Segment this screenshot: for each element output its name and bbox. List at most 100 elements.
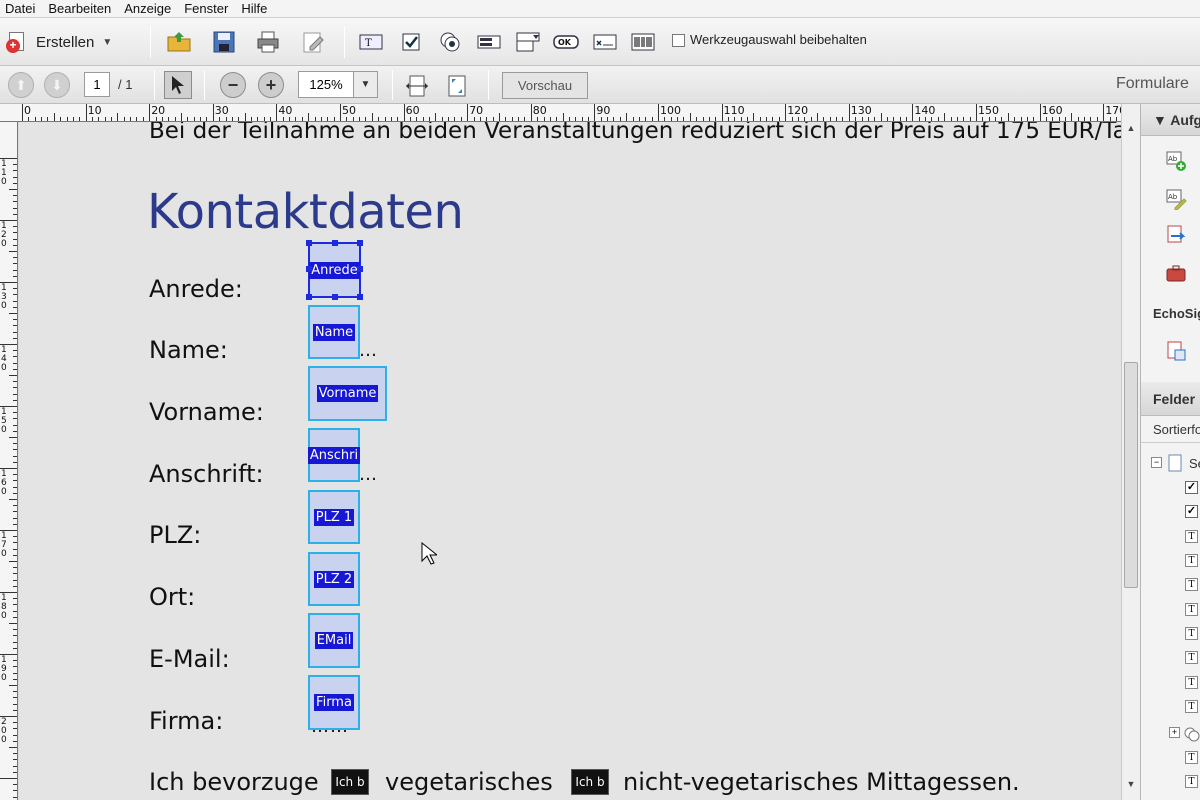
list-box-tool[interactable] (476, 28, 502, 56)
tree-root-row[interactable]: − Seite (1151, 454, 1200, 474)
select-tool-button[interactable] (164, 71, 192, 99)
menu-anzeige[interactable]: Anzeige (119, 1, 179, 16)
collapse-icon[interactable]: − (1151, 457, 1162, 468)
digital-signature-tool[interactable] (592, 28, 618, 56)
tree-item-text-field[interactable]: T (1169, 648, 1200, 668)
checkbox-tool[interactable] (398, 28, 424, 56)
track-briefcase-icon[interactable] (1165, 262, 1187, 284)
tree-item-text-field[interactable]: T (1169, 772, 1200, 792)
resize-handle[interactable] (357, 266, 363, 272)
ruler-tick (155, 117, 157, 121)
resize-handle[interactable] (306, 240, 312, 246)
tree-item-text-field[interactable]: T (1169, 697, 1200, 717)
tree-item-text-field[interactable]: T (1169, 600, 1200, 620)
print-button[interactable] (255, 28, 281, 56)
resize-handle[interactable] (357, 240, 363, 246)
echosign-document-icon[interactable] (1165, 340, 1187, 362)
ruler-tick (13, 356, 17, 358)
svg-text:Ab: Ab (1168, 193, 1178, 201)
form-field-email[interactable]: EMail (308, 613, 360, 668)
scroll-down-icon[interactable]: ▼ (1122, 776, 1140, 792)
ruler-label: 200 (1, 717, 7, 745)
next-page-button[interactable]: ⬇ (44, 72, 70, 98)
resize-handle[interactable] (357, 294, 363, 300)
zoom-level-input[interactable]: 125% (298, 71, 354, 98)
resize-handle[interactable] (332, 294, 338, 300)
ruler-label: 140 (914, 104, 936, 117)
keep-tool-checkbox[interactable] (672, 34, 685, 47)
sort-order-label[interactable]: Sortierfolge (1153, 422, 1200, 437)
field-label: Name (312, 323, 356, 341)
zoom-dropdown-button[interactable]: ▼ (354, 71, 378, 98)
toolbar-separator (150, 26, 151, 58)
fields-panel-header[interactable]: Felder (1141, 382, 1200, 416)
ruler-tick (257, 117, 259, 121)
ruler-tick (13, 517, 17, 519)
document-scrollbar[interactable]: ▲ ▼ (1121, 104, 1140, 800)
ruler-tick (13, 616, 17, 618)
checkbox-field-vegetarian[interactable]: Ich b (331, 769, 369, 795)
ruler-tick (785, 104, 787, 121)
fit-page-button[interactable] (444, 72, 470, 100)
scrollbar-thumb[interactable] (1124, 362, 1138, 588)
tree-item-checkbox[interactable]: ✓ (1169, 502, 1200, 522)
scroll-up-icon[interactable]: ▲ (1122, 120, 1140, 136)
tree-item-radio-group[interactable]: + (1169, 724, 1200, 744)
ruler-tick (13, 554, 17, 556)
form-field-anrede[interactable]: Anrede (306, 240, 363, 300)
checkbox-field-non-vegetarian[interactable]: Ich b (571, 769, 609, 795)
ruler-tick (479, 117, 481, 121)
menu-hilfe[interactable]: Hilfe (236, 1, 275, 16)
form-field-plz2[interactable]: PLZ 2 (308, 552, 360, 606)
form-field-firma[interactable]: Firma (308, 675, 360, 730)
menu-datei[interactable]: Datei (0, 1, 43, 16)
tree-item-text-field[interactable]: T (1169, 673, 1200, 693)
form-field-name[interactable]: Name (308, 305, 360, 359)
field-label: Firma (314, 694, 354, 711)
tree-item-text-field[interactable]: T (1169, 748, 1200, 768)
edit-field-icon[interactable]: Ab (1165, 188, 1187, 210)
menu-bearbeiten[interactable]: Bearbeiten (43, 1, 119, 16)
resize-handle[interactable] (306, 294, 312, 300)
tree-item-text-field[interactable]: T (1169, 575, 1200, 595)
ruler-tick (13, 176, 17, 178)
distribute-form-icon[interactable] (1165, 224, 1187, 246)
form-field-plz1[interactable]: PLZ 1 (308, 490, 360, 544)
add-field-icon[interactable]: Ab (1165, 150, 1187, 172)
edit-document-button[interactable] (300, 28, 326, 56)
tree-item-text-field[interactable]: T (1169, 551, 1200, 571)
button-tool[interactable]: OK (553, 28, 579, 56)
save-button[interactable] (211, 28, 237, 56)
menu-fenster[interactable]: Fenster (179, 1, 236, 16)
resize-handle[interactable] (332, 240, 338, 246)
zoom-out-button[interactable]: − (220, 72, 246, 98)
tree-item-checkbox[interactable]: ✓ (1169, 478, 1200, 498)
ruler-tick (549, 117, 551, 121)
tree-item-text-field[interactable]: T (1169, 527, 1200, 547)
ruler-tick (13, 610, 17, 612)
fit-width-button[interactable] (404, 72, 430, 100)
dropdown-icon (516, 32, 540, 52)
expand-icon[interactable]: + (1169, 727, 1180, 738)
dropdown-tool[interactable] (515, 28, 541, 56)
ruler-label: 130 (850, 104, 872, 117)
create-button[interactable]: + Erstellen ▼ (6, 28, 136, 56)
barcode-tool[interactable] (630, 28, 656, 56)
page-number-input[interactable]: 1 (84, 72, 110, 97)
open-button[interactable] (166, 28, 192, 56)
tree-item-text-field[interactable]: T (1169, 624, 1200, 644)
ruler-tick (435, 113, 437, 121)
previous-page-button[interactable]: ⬆ (8, 72, 34, 98)
resize-handle[interactable] (306, 266, 312, 272)
mouse-cursor-icon (421, 542, 437, 565)
preview-button[interactable]: Vorschau (502, 72, 588, 99)
zoom-in-button[interactable]: + (258, 72, 284, 98)
ruler-tick (320, 117, 322, 121)
ruler-label: 120 (787, 104, 809, 117)
radio-button-tool[interactable] (437, 28, 463, 56)
form-field-anschrift[interactable]: Anschri (307, 428, 361, 482)
ruler-tick (403, 104, 405, 121)
form-field-vorname[interactable]: Vorname (308, 366, 387, 421)
tasks-panel-header[interactable]: ▼ Aufgaben (1141, 104, 1200, 136)
text-field-tool[interactable]: T (358, 28, 384, 56)
